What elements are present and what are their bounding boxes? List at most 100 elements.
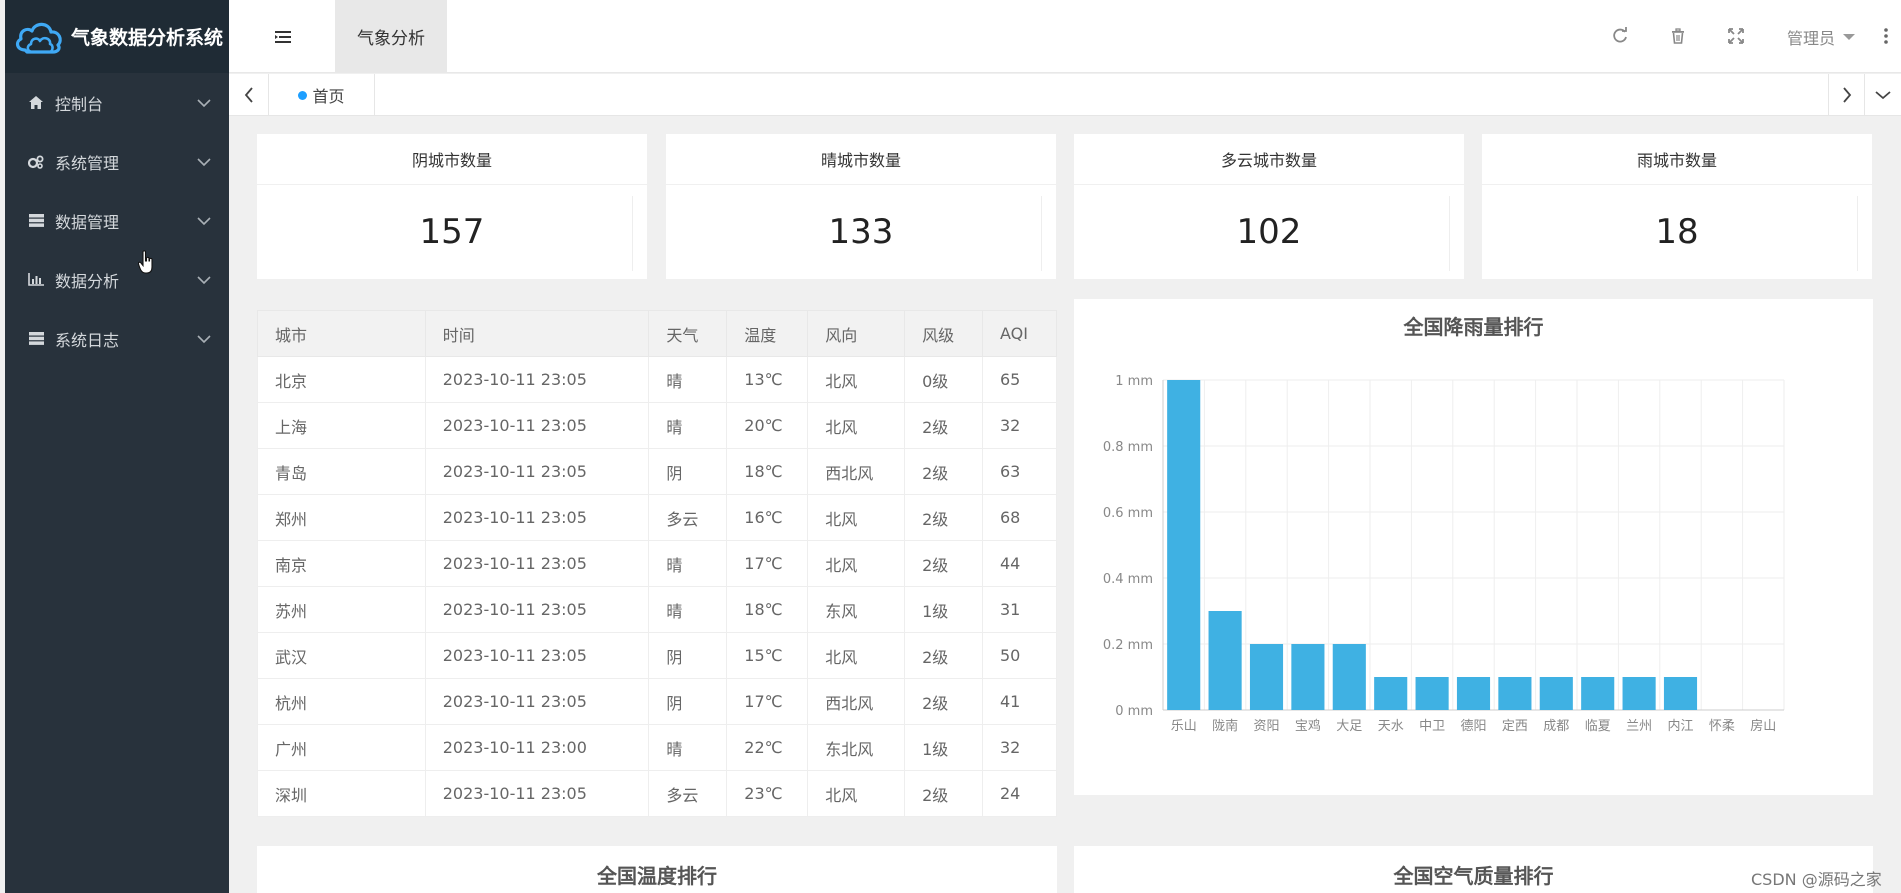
table-cell: 2023-10-11 23:05 bbox=[424, 586, 650, 633]
table-cell: 上海 bbox=[257, 402, 426, 449]
divider bbox=[632, 196, 633, 271]
bar bbox=[1415, 677, 1449, 710]
temperature-ranking-panel: 全国温度排行 bbox=[257, 846, 1057, 893]
stat-card-overcast: 阴城市数量 157 bbox=[257, 134, 647, 279]
menu-toggle-icon[interactable] bbox=[273, 28, 293, 46]
divider bbox=[1449, 196, 1450, 271]
y-tick-label: 0 mm bbox=[1115, 704, 1153, 719]
cloud-icon bbox=[15, 22, 62, 54]
column-header: 风向 bbox=[807, 310, 906, 357]
stat-card-sunny: 晴城市数量 133 bbox=[666, 134, 1056, 279]
table-row: 北京 2023-10-11 23:05 晴 13℃ 北风 0级 65 bbox=[257, 356, 1057, 403]
y-tick-label: 0.4 mm bbox=[1103, 572, 1153, 587]
stat-card-label: 阴城市数量 bbox=[257, 134, 647, 185]
chevron-down-icon bbox=[197, 275, 211, 284]
table-cell: 18℃ bbox=[726, 448, 809, 495]
tabs-scroll-right-button[interactable] bbox=[1828, 74, 1864, 116]
x-tick-label: 德阳 bbox=[1460, 719, 1486, 734]
table-row: 深圳 2023-10-11 23:05 多云 23℃ 北风 2级 24 bbox=[257, 770, 1057, 817]
server-icon bbox=[27, 213, 45, 229]
table-cell: 2级 bbox=[904, 540, 983, 587]
watermark: CSDN @源码之家 bbox=[1751, 870, 1882, 889]
sidebar-item-data-analysis[interactable]: 数据分析 bbox=[5, 250, 229, 309]
tab-home[interactable]: 首页 bbox=[269, 74, 375, 116]
sidebar-item-label: 系统日志 bbox=[55, 330, 120, 350]
column-header: 时间 bbox=[424, 310, 650, 357]
table-cell: 32 bbox=[982, 724, 1057, 771]
bar bbox=[1456, 677, 1491, 710]
gears-icon bbox=[27, 154, 45, 170]
fullscreen-icon[interactable] bbox=[1726, 26, 1746, 46]
table-cell: 2023-10-11 23:00 bbox=[424, 724, 650, 771]
table-row: 广州 2023-10-11 23:00 晴 22℃ 东北风 1级 32 bbox=[257, 724, 1057, 771]
server-icon bbox=[27, 331, 45, 347]
table-cell: 北京 bbox=[257, 356, 426, 403]
bar bbox=[1498, 677, 1532, 710]
chevron-down-icon bbox=[197, 216, 211, 225]
stat-card-value: 18 bbox=[1655, 212, 1699, 252]
table-cell: 0级 bbox=[904, 356, 983, 403]
table-cell: 2级 bbox=[904, 448, 983, 495]
chevron-down-icon bbox=[197, 157, 211, 166]
table-row: 武汉 2023-10-11 23:05 阴 15℃ 北风 2级 50 bbox=[257, 632, 1057, 679]
table-cell: 2级 bbox=[904, 678, 983, 725]
divider bbox=[1857, 196, 1858, 271]
table-cell: 西北风 bbox=[807, 678, 906, 725]
hand-cursor-icon bbox=[138, 250, 153, 274]
table-cell: 2级 bbox=[904, 632, 983, 679]
table-cell: 18℃ bbox=[726, 586, 809, 633]
stat-card-cloudy: 多云城市数量 102 bbox=[1074, 134, 1464, 279]
bar bbox=[1291, 644, 1325, 710]
table-cell: 68 bbox=[982, 494, 1057, 541]
table-cell: 41 bbox=[982, 678, 1057, 725]
table-cell: 32 bbox=[982, 402, 1057, 449]
table-cell: 17℃ bbox=[726, 678, 809, 725]
active-dot-icon bbox=[298, 90, 308, 100]
refresh-icon[interactable] bbox=[1610, 26, 1630, 46]
column-header: 城市 bbox=[257, 310, 426, 357]
sidebar-item-dashboard[interactable]: 控制台 bbox=[5, 73, 229, 132]
x-tick-label: 怀柔 bbox=[1709, 719, 1735, 734]
table-row: 郑州 2023-10-11 23:05 多云 16℃ 北风 2级 68 bbox=[257, 494, 1057, 541]
bar bbox=[1663, 677, 1698, 710]
table-cell: 16℃ bbox=[726, 494, 809, 541]
app-title: 气象数据分析系统 bbox=[71, 27, 224, 49]
sidebar-item-system[interactable]: 系统管理 bbox=[5, 132, 229, 191]
table-cell: 北风 bbox=[807, 494, 906, 541]
table-cell: 苏州 bbox=[257, 586, 426, 633]
table-cell: 阴 bbox=[648, 448, 728, 495]
table-cell: 2023-10-11 23:05 bbox=[424, 632, 650, 679]
logo: 气象数据分析系统 bbox=[5, 0, 229, 73]
sidebar-item-data-management[interactable]: 数据管理 bbox=[5, 191, 229, 250]
table-cell: 深圳 bbox=[257, 770, 426, 817]
table-cell: 2级 bbox=[904, 494, 983, 541]
table-cell: 晴 bbox=[648, 540, 728, 587]
table-row: 杭州 2023-10-11 23:05 阴 17℃ 西北风 2级 41 bbox=[257, 678, 1057, 725]
x-tick-label: 资阳 bbox=[1253, 719, 1279, 734]
sidebar-item-label: 数据管理 bbox=[55, 212, 120, 232]
table-cell: 2级 bbox=[904, 402, 983, 449]
home-icon bbox=[27, 95, 45, 111]
bar bbox=[1581, 677, 1615, 710]
bar bbox=[1332, 644, 1366, 710]
tabs-dropdown-button[interactable] bbox=[1864, 74, 1901, 116]
stat-card-value: 102 bbox=[1236, 212, 1302, 252]
more-vertical-icon[interactable] bbox=[1883, 26, 1889, 46]
stat-card-value: 133 bbox=[828, 212, 894, 252]
top-header: 气象分析 管理员 bbox=[229, 0, 1901, 73]
stat-card-rain: 雨城市数量 18 bbox=[1482, 134, 1872, 279]
table-cell: 多云 bbox=[648, 494, 728, 541]
tab-weather-analysis[interactable]: 气象分析 bbox=[335, 0, 447, 73]
stat-card-label: 多云城市数量 bbox=[1074, 134, 1464, 185]
tabs-scroll-left-button[interactable] bbox=[229, 74, 269, 116]
chevron-down-icon bbox=[1875, 91, 1891, 100]
table-cell: 1级 bbox=[904, 586, 983, 633]
sidebar: 气象数据分析系统 控制台 系统管理 数据管理 数据分析 系统日志 bbox=[5, 0, 229, 893]
sidebar-item-system-log[interactable]: 系统日志 bbox=[5, 309, 229, 368]
table-cell: 晴 bbox=[648, 724, 728, 771]
x-tick-label: 宝鸡 bbox=[1295, 718, 1321, 734]
chevron-left-icon bbox=[244, 87, 253, 103]
trash-icon[interactable] bbox=[1668, 26, 1688, 46]
table-cell: 广州 bbox=[257, 724, 426, 771]
user-menu[interactable]: 管理员 bbox=[1787, 25, 1856, 49]
